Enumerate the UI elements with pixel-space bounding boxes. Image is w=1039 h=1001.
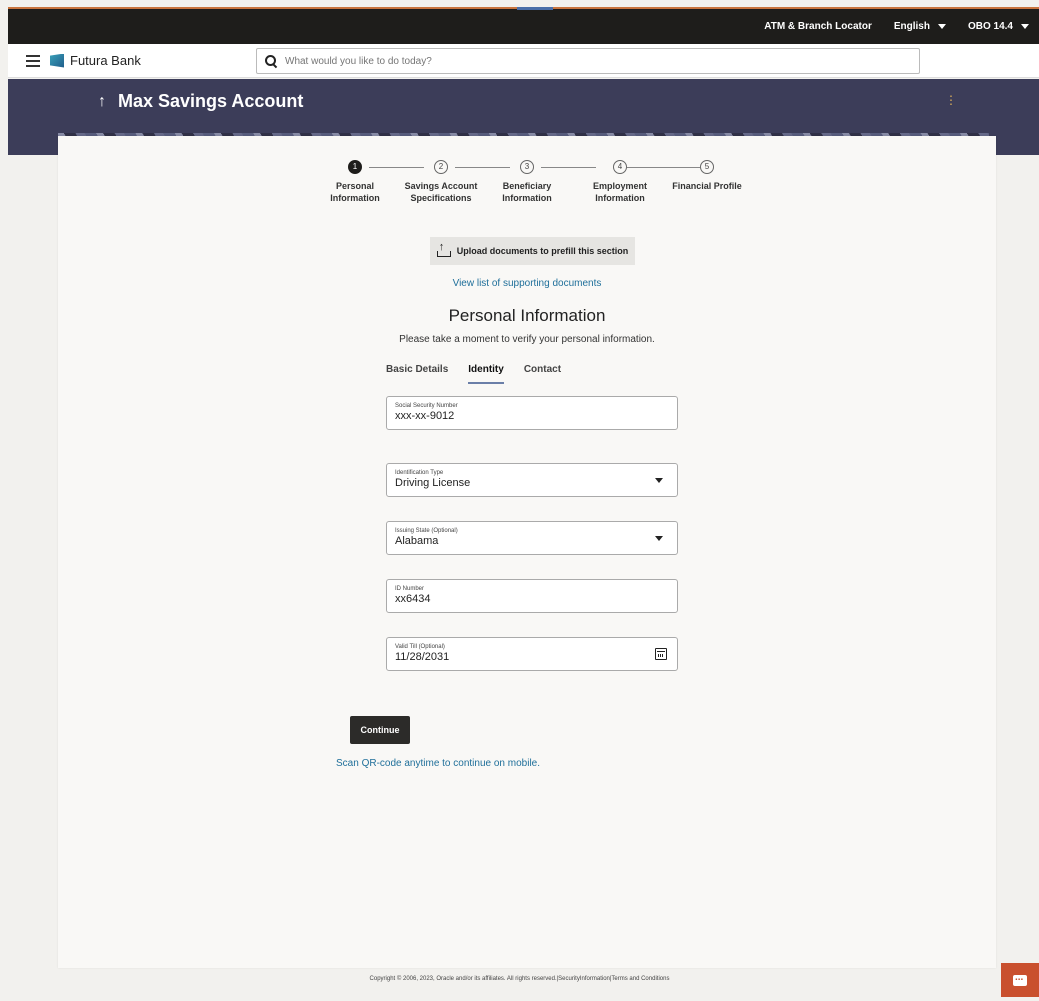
version-label: OBO 14.4 — [967, 21, 1013, 32]
issuing-state-value: Alabama — [395, 535, 439, 547]
application-form-card: 1 Personal Information 2 Savings Account S… — [58, 136, 996, 968]
tab-contact[interactable]: Contact — [524, 364, 561, 384]
step-financial-profile[interactable]: 5 Financial Profile — [662, 160, 752, 192]
calendar-icon[interactable] — [655, 648, 667, 660]
ssn-field-value: xxx-xx-9012 — [395, 410, 455, 422]
footer-copyright: Copyright © 2006, 2023, Oracle and/or it… — [369, 976, 670, 982]
tab-identity[interactable]: Identity — [468, 364, 504, 384]
language-label: English — [893, 21, 930, 32]
step-number: 2 — [434, 160, 448, 174]
step-number: 1 — [348, 160, 362, 174]
page-title-text: Max Savings Account — [118, 91, 304, 111]
id-number-value: xx6434 — [395, 593, 431, 605]
tab-basic-details[interactable]: Basic Details — [386, 364, 448, 384]
bank-logo-icon — [50, 53, 64, 68]
chat-icon — [1013, 972, 1027, 986]
scan-qr-code-link[interactable]: Scan QR-code anytime to continue on mobi… — [336, 758, 540, 769]
upload-icon — [436, 241, 451, 257]
kebab-menu-icon[interactable]: ⋮ — [945, 93, 957, 107]
id-number-label: ID Number — [395, 586, 425, 592]
identification-type-value: Driving License — [395, 477, 471, 489]
step-number: 5 — [700, 160, 714, 174]
progress-stepper: 1 Personal Information 2 Savings Account S… — [58, 160, 996, 220]
step-label: Personal Information — [330, 181, 380, 203]
ssn-field[interactable]: Social Security Number xxx-xx-9012 — [386, 396, 678, 430]
continue-button[interactable]: Continue — [350, 716, 410, 744]
hamburger-menu-icon[interactable] — [26, 55, 40, 67]
step-number: 4 — [613, 160, 627, 174]
supporting-documents-link[interactable]: View list of supporting documents — [58, 278, 996, 289]
upload-documents-label: Upload documents to prefill this section — [456, 246, 629, 256]
valid-till-label: Valid Till (Optional) — [395, 644, 445, 650]
top-accent-bar — [517, 7, 553, 10]
search-bar[interactable] — [256, 48, 920, 74]
id-number-field[interactable]: ID Number xx6434 — [386, 579, 678, 613]
step-employment-information[interactable]: 4 Employment Information — [575, 160, 665, 204]
step-label: Financial Profile — [672, 181, 742, 191]
step-number: 3 — [520, 160, 534, 174]
back-arrow-icon[interactable]: ↑ — [98, 93, 106, 111]
brand-logo[interactable]: Futura Bank — [50, 53, 141, 68]
chevron-down-icon — [1021, 24, 1029, 29]
issuing-state-label: Issuing State (Optional) — [395, 528, 458, 534]
top-utility-bar: ATM & Branch Locator English OBO 14.4 — [8, 7, 1039, 44]
valid-till-value: 11/28/2031 — [395, 651, 450, 663]
section-title: Personal Information — [448, 306, 606, 325]
language-dropdown[interactable]: English — [894, 21, 946, 32]
brand-name: Futura Bank — [70, 53, 141, 68]
upload-documents-button[interactable]: Upload documents to prefill this section — [430, 237, 635, 265]
step-personal-information[interactable]: 1 Personal Information — [310, 160, 400, 204]
identification-type-label: Identification Type — [395, 470, 444, 476]
step-beneficiary-information[interactable]: 3 Beneficiary Information — [482, 160, 572, 204]
page-title: ↑ Max Savings Account — [98, 91, 303, 112]
personal-info-tabs: Basic Details Identity Contact — [386, 364, 561, 384]
section-subtitle: Please take a moment to verify your pers… — [399, 334, 655, 345]
chevron-down-icon — [937, 24, 946, 29]
valid-till-date-field[interactable]: Valid Till (Optional) 11/28/2031 — [386, 637, 678, 671]
step-label: Savings Account Specifications — [404, 181, 478, 203]
search-input[interactable] — [285, 55, 885, 67]
step-label: Beneficiary Information — [502, 181, 552, 203]
chevron-down-icon — [655, 478, 663, 483]
identification-type-select[interactable]: Identification Type Driving License — [386, 463, 678, 497]
issuing-state-select[interactable]: Issuing State (Optional) Alabama — [386, 521, 678, 555]
atm-branch-locator-link[interactable]: ATM & Branch Locator — [764, 21, 872, 32]
app-header: Futura Bank — [8, 44, 1039, 78]
version-dropdown[interactable]: OBO 14.4 — [968, 21, 1029, 32]
chevron-down-icon — [655, 536, 663, 541]
top-utility-links: ATM & Branch Locator English OBO 14.4 — [764, 9, 1029, 44]
step-label: Employment Information — [592, 181, 647, 203]
chat-button[interactable] — [1001, 963, 1039, 997]
ssn-field-label: Social Security Number — [395, 403, 458, 409]
step-savings-account-specifications[interactable]: 2 Savings Account Specifications — [396, 160, 486, 204]
search-icon — [265, 55, 277, 67]
